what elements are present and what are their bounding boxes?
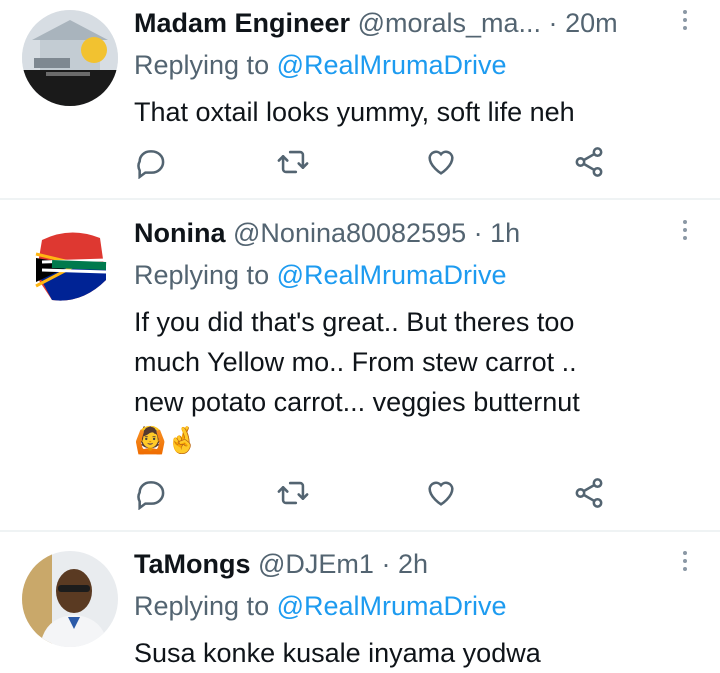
tweet-header: TaMongs @DJEm1 · 2h	[134, 547, 428, 581]
replying-to: Replying to @RealMrumaDrive	[134, 258, 507, 292]
more-icon[interactable]	[680, 10, 690, 34]
user-handle[interactable]: @Nonina80082595	[233, 218, 466, 248]
mention-link[interactable]: @RealMrumaDrive	[277, 591, 507, 621]
replying-prefix: Replying to	[134, 260, 270, 290]
replying-prefix: Replying to	[134, 50, 270, 80]
tweet-actions	[134, 145, 614, 185]
divider	[0, 198, 720, 200]
replying-prefix: Replying to	[134, 591, 270, 621]
tweet-text: If you did that's great.. But theres too…	[134, 302, 694, 458]
avatar[interactable]	[22, 10, 118, 106]
mention-link[interactable]: @RealMrumaDrive	[277, 260, 507, 290]
user-handle[interactable]: @morals_ma...	[358, 8, 541, 38]
tweet-text: That oxtail looks yummy, soft life neh	[134, 92, 694, 132]
tweet-text-line: That oxtail looks yummy, soft life neh	[134, 97, 575, 127]
user-handle[interactable]: @DJEm1	[258, 549, 374, 579]
share-icon[interactable]	[572, 476, 606, 510]
avatar[interactable]	[22, 220, 118, 316]
tweet-1[interactable]: Madam Engineer @morals_ma... · 20m Reply…	[0, 0, 720, 198]
tweet-text-line: If you did that's great.. But theres too	[134, 307, 575, 337]
divider	[0, 530, 720, 532]
separator: ·	[473, 218, 483, 248]
separator: ·	[548, 8, 558, 38]
like-icon[interactable]	[424, 145, 458, 179]
more-icon[interactable]	[680, 551, 690, 575]
tweet-header: Nonina @Nonina80082595 · 1h	[134, 216, 520, 250]
reply-icon[interactable]	[134, 145, 168, 180]
timestamp[interactable]: 2h	[398, 549, 428, 579]
replying-to: Replying to @RealMrumaDrive	[134, 589, 507, 623]
more-icon[interactable]	[680, 220, 690, 244]
tweet-text-line: new potato carrot... veggies butternut	[134, 387, 580, 417]
retweet-icon[interactable]	[276, 476, 310, 510]
tweet-2[interactable]: Nonina @Nonina80082595 · 1h Replying to …	[0, 210, 720, 530]
avatar[interactable]	[22, 551, 118, 647]
share-icon[interactable]	[572, 145, 606, 179]
tweet-header: Madam Engineer @morals_ma... · 20m	[134, 6, 618, 40]
mention-link[interactable]: @RealMrumaDrive	[277, 50, 507, 80]
reply-icon[interactable]	[134, 476, 168, 511]
tweet-text-line: much Yellow mo.. From stew carrot ..	[134, 347, 577, 377]
tweet-actions	[134, 476, 614, 516]
tweet-text-line: Susa konke kusale inyama yodwa	[134, 638, 541, 668]
timestamp[interactable]: 1h	[490, 218, 520, 248]
timestamp[interactable]: 20m	[565, 8, 618, 38]
user-name[interactable]: TaMongs	[134, 549, 251, 579]
user-name[interactable]: Madam Engineer	[134, 8, 350, 38]
tweet-3[interactable]: TaMongs @DJEm1 · 2h Replying to @RealMru…	[0, 541, 720, 668]
emoji-row: 🙆🤞	[134, 425, 199, 455]
tweet-text: Susa konke kusale inyama yodwa	[134, 633, 694, 673]
retweet-icon[interactable]	[276, 145, 310, 179]
separator: ·	[381, 549, 391, 579]
replying-to: Replying to @RealMrumaDrive	[134, 48, 507, 82]
user-name[interactable]: Nonina	[134, 218, 226, 248]
like-icon[interactable]	[424, 476, 458, 510]
